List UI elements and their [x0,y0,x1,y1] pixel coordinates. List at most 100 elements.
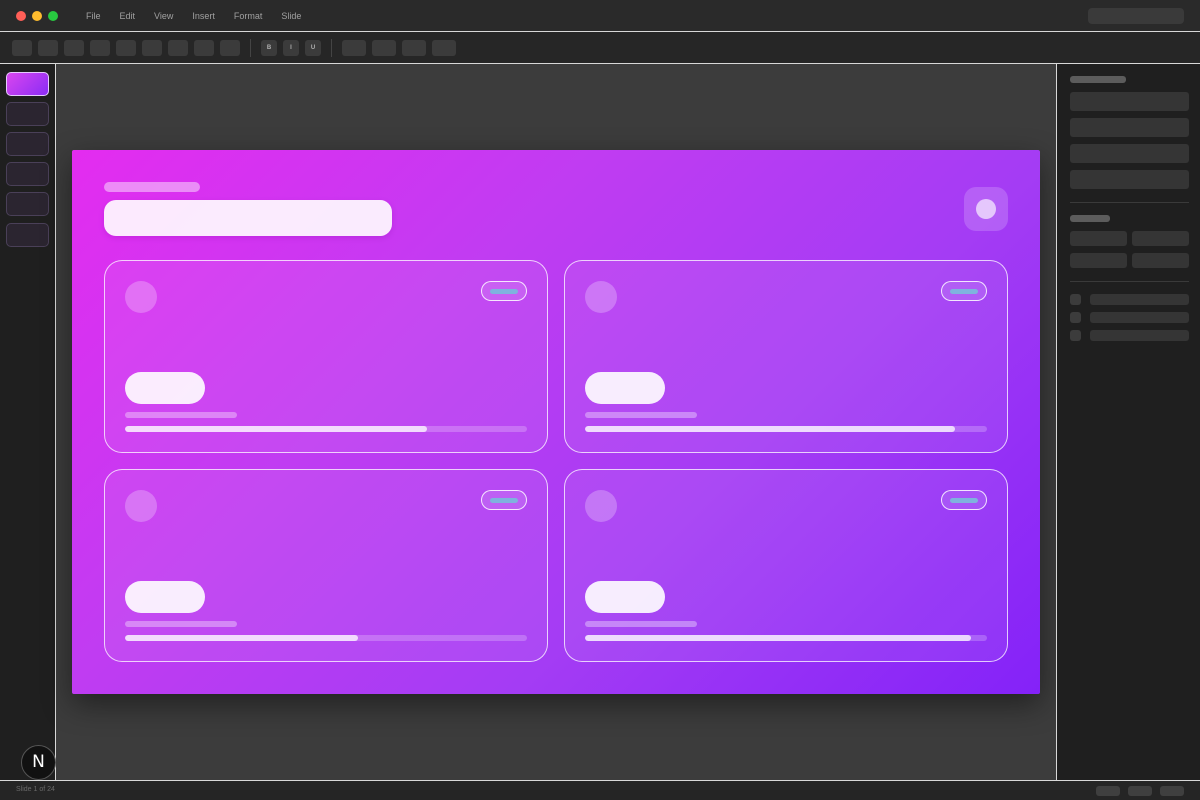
inspector-field[interactable] [1070,92,1189,111]
toolbar-button-13[interactable] [432,40,456,56]
toolbar-button-2[interactable] [38,40,58,56]
card-value-placeholder [125,372,205,404]
card-value-placeholder [585,581,665,613]
badge-indicator [490,289,518,294]
toolbar-button-3[interactable] [64,40,84,56]
inspector-divider [1070,281,1189,282]
badge-indicator [490,498,518,503]
slide-title-placeholder[interactable] [104,200,392,236]
inspector-field[interactable] [1070,170,1189,189]
metric-card[interactable] [564,469,1008,662]
inspector-option-row[interactable] [1090,330,1189,341]
status-button[interactable] [1096,786,1120,796]
inspector-checkbox[interactable] [1070,330,1081,341]
inspector-panel [1056,64,1200,780]
card-value-placeholder [585,372,665,404]
editor-canvas [56,64,1056,780]
card-status-badge [481,281,527,301]
menu-edit[interactable]: Edit [120,11,136,21]
slide-thumbnail-3[interactable] [6,132,49,156]
card-icon-placeholder [585,490,617,522]
metric-card[interactable] [104,260,548,453]
toolbar-button-8[interactable] [194,40,214,56]
card-progress-fill [585,426,955,432]
zoom-window-button[interactable] [48,11,58,21]
underline-button[interactable]: U [305,40,321,56]
slide-thumbnail-5[interactable] [6,192,49,216]
toolbar-button-7[interactable] [168,40,188,56]
slide-canvas[interactable] [72,150,1040,694]
badge-indicator [950,289,978,294]
inspector-section-label [1070,215,1110,222]
card-progress-track [125,426,527,432]
slide-thumbnail-4[interactable] [6,162,49,186]
toolbar: B I U [0,32,1200,64]
toolbar-button-12[interactable] [402,40,426,56]
menu-slide[interactable]: Slide [281,11,301,21]
close-window-button[interactable] [16,11,26,21]
toolbar-divider [331,39,332,57]
status-button[interactable] [1128,786,1152,796]
card-progress-fill [125,426,427,432]
toolbar-button-9[interactable] [220,40,240,56]
inspector-field[interactable] [1070,118,1189,137]
inspector-option-row[interactable] [1090,312,1189,323]
menu-format[interactable]: Format [234,11,263,21]
brand-logo-icon[interactable]: N [21,745,56,780]
badge-indicator [950,498,978,503]
toolbar-button-5[interactable] [116,40,136,56]
inspector-field-half[interactable] [1132,231,1189,246]
card-icon-placeholder [585,281,617,313]
toolbar-button-11[interactable] [372,40,396,56]
slide-thumbnail-6[interactable] [6,223,49,247]
toolbar-button-4[interactable] [90,40,110,56]
italic-button[interactable]: I [283,40,299,56]
card-value-placeholder [125,581,205,613]
window-titlebar: File Edit View Insert Format Slide [0,0,1200,32]
card-status-badge [481,490,527,510]
menu-insert[interactable]: Insert [192,11,215,21]
card-status-badge [941,490,987,510]
document-title-field[interactable] [1088,8,1184,24]
toolbar-button-1[interactable] [12,40,32,56]
card-label-placeholder [585,412,697,418]
card-label-placeholder [585,621,697,627]
status-bar: Slide 1 of 24 [0,780,1200,800]
status-button[interactable] [1160,786,1184,796]
card-progress-fill [125,635,359,641]
logo-dot-icon [976,199,996,219]
slide-thumbnail-rail [0,64,56,780]
inspector-field-half[interactable] [1070,231,1127,246]
inspector-field[interactable] [1070,144,1189,163]
card-label-placeholder [125,621,237,627]
inspector-section-label [1070,76,1126,83]
inspector-checkbox[interactable] [1070,312,1081,323]
card-label-placeholder [125,412,237,418]
inspector-checkbox[interactable] [1070,294,1081,305]
slide-kicker-placeholder[interactable] [104,182,200,192]
inspector-divider [1070,202,1189,203]
card-icon-placeholder [125,490,157,522]
card-status-badge [941,281,987,301]
menu-view[interactable]: View [154,11,173,21]
card-progress-track [585,635,987,641]
slide-thumbnail-1[interactable] [6,72,49,96]
card-progress-fill [585,635,971,641]
minimize-window-button[interactable] [32,11,42,21]
toolbar-button-10[interactable] [342,40,366,56]
menu-file[interactable]: File [86,11,101,21]
slide-thumbnail-2[interactable] [6,102,49,126]
card-progress-track [585,426,987,432]
slide-indicator: Slide 1 of 24 [16,786,55,793]
toolbar-button-6[interactable] [142,40,162,56]
card-icon-placeholder [125,281,157,313]
metric-card[interactable] [104,469,548,662]
inspector-option-row[interactable] [1090,294,1189,305]
menu-bar: File Edit View Insert Format Slide [86,11,320,21]
inspector-field-half[interactable] [1132,253,1189,268]
metric-card[interactable] [564,260,1008,453]
logo-placeholder[interactable] [964,187,1008,231]
inspector-field-half[interactable] [1070,253,1127,268]
card-progress-track [125,635,527,641]
bold-button[interactable]: B [261,40,277,56]
